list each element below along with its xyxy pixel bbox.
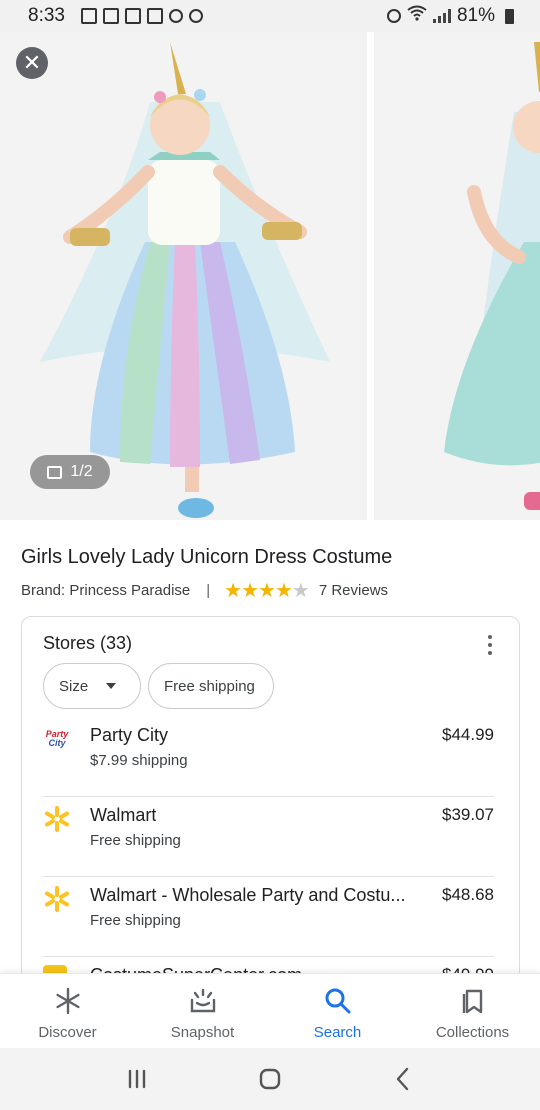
status-time: 8:33 [28,5,65,26]
status-bar: 8:33 81% [0,0,540,32]
signal-icon [432,9,451,23]
recent-apps-icon[interactable] [124,1066,150,1092]
store-shipping: Free shipping [90,832,181,849]
status-left: 8:33 [28,5,203,27]
star-rating: ★★★★★ [224,578,310,603]
image-counter-label: 1/2 [70,463,93,480]
separator: | [206,582,211,599]
star-icon: ★ [274,580,293,602]
image-carousel[interactable]: ✕ 1/2 [0,32,540,522]
store-row-party-city[interactable]: Party City Party City $7.99 shipping $44.… [43,717,494,797]
walmart-spark-icon [43,805,71,833]
store-name: Party City [90,725,169,745]
size-filter-chip[interactable]: Size [43,663,141,709]
wifi-icon [407,5,427,27]
nav-collections-label: Collections [435,1024,510,1041]
battery-percent: 81% [456,5,495,26]
system-navigation-bar [0,1048,540,1110]
search-icon [325,988,350,1014]
news-icon [102,8,119,24]
store-shipping: Free shipping [90,912,181,929]
product-meta: Brand: Princess Paradise | ★★★★★ 7 Revie… [21,578,388,603]
nav-snapshot[interactable]: Snapshot [135,974,270,1048]
battery-icon [505,8,514,24]
store-row-walmart[interactable]: Walmart Free shipping $39.07 [43,797,494,877]
nav-snapshot-label: Snapshot [170,1024,235,1041]
link-icon [168,9,183,23]
product-image-main[interactable] [0,32,367,520]
star-icon: ★ [241,580,259,602]
asterisk-icon [55,987,80,1015]
nav-discover-label: Discover [38,1024,97,1041]
nav-search-label: Search [313,1024,362,1041]
location-pin-icon [188,9,203,23]
star-icon: ★ [224,580,242,602]
store-row-walmart-wholesale[interactable]: Walmart - Wholesale Party and Costu... F… [43,877,494,957]
party-city-logo-text: City [48,738,66,748]
store-price: $44.99 [442,725,494,744]
notification-icon [80,8,97,24]
home-icon[interactable] [257,1066,283,1092]
free-shipping-filter-label: Free shipping [164,677,255,695]
news-icon [124,8,141,24]
nav-search[interactable]: Search [270,974,405,1048]
star-empty-icon: ★ [291,580,310,602]
news-icon [146,8,163,24]
nav-discover[interactable]: Discover [0,974,135,1048]
store-shipping: $7.99 shipping [90,752,188,769]
status-right: 81% [386,5,514,27]
size-filter-label: Size [59,677,89,695]
reviews-link[interactable]: 7 Reviews [319,582,388,599]
store-name: Walmart [90,805,157,825]
stores-heading: Stores (33) [43,633,133,653]
star-icon: ★ [258,580,276,602]
brand-label[interactable]: Brand: Princess Paradise [21,582,190,599]
party-city-logo: Party City [43,725,71,753]
close-icon: ✕ [22,50,42,75]
image-icon [47,465,63,479]
store-price: $48.68 [442,885,494,904]
location-icon [386,9,401,23]
store-name: Walmart - Wholesale Party and Costu... [90,885,406,905]
walmart-spark-icon [43,885,71,913]
chevron-down-icon [106,683,117,689]
bookmarks-icon [462,989,482,1014]
close-button[interactable]: ✕ [16,47,48,79]
free-shipping-filter-chip[interactable]: Free shipping [148,663,274,709]
bottom-navigation: Discover Snapshot Search Collections [0,973,540,1048]
product-image-next[interactable] [374,32,540,520]
image-counter: 1/2 [30,455,110,489]
snapshot-icon [190,988,215,1013]
nav-collections[interactable]: Collections [405,974,540,1048]
back-icon[interactable] [390,1066,416,1092]
more-options-icon[interactable] [487,635,493,655]
product-title: Girls Lovely Lady Unicorn Dress Costume [21,546,393,568]
store-price: $39.07 [442,805,494,824]
